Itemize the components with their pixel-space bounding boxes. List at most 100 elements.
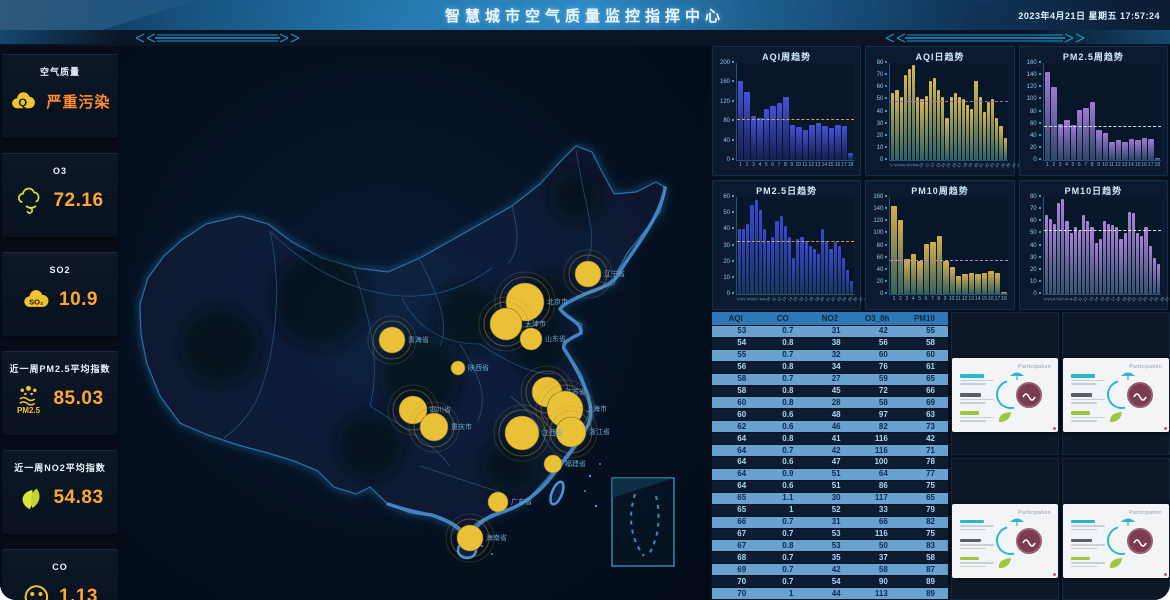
preview-card[interactable]: Participation xyxy=(1063,358,1169,432)
y-tick-label: 200 xyxy=(720,60,734,66)
preview-item-1 xyxy=(960,374,994,385)
table-cell: 31 xyxy=(806,517,853,528)
bar xyxy=(764,109,769,160)
chart-card-4: PM2.5日趋势01020304050601234567891011121314… xyxy=(712,180,861,310)
table-cell: 55 xyxy=(901,326,948,337)
table-cell: 48 xyxy=(806,409,853,420)
bar xyxy=(1157,264,1160,294)
dashboard: 智慧城市空气质量监控指挥中心 2023年4月21日 星期五 17:57:24 xyxy=(0,0,1170,600)
bar xyxy=(1045,215,1048,294)
bar xyxy=(790,125,795,160)
preview-item-2 xyxy=(960,539,994,550)
bar xyxy=(757,118,762,160)
stat-value: 85.03 xyxy=(53,388,103,410)
co-icon xyxy=(22,582,52,600)
table-cell: 79 xyxy=(901,505,948,516)
y-tick-label: 20 xyxy=(1030,267,1041,273)
preview-card[interactable]: Participation xyxy=(952,504,1058,578)
y-tick-label: 140 xyxy=(1027,72,1041,78)
bar xyxy=(908,69,911,160)
gauge-donut xyxy=(1127,528,1153,554)
header-decor-left xyxy=(0,0,340,30)
bar xyxy=(895,90,898,160)
preview-item-2 xyxy=(1071,539,1105,550)
chart-card-5: PM10周趋势020406080100120140160123456789101… xyxy=(865,180,1014,310)
table-row: 670.8535083 xyxy=(712,540,948,552)
pm25-icon: PM2.5 xyxy=(16,384,46,414)
chart-title: PM2.5日趋势 xyxy=(713,184,860,197)
bar xyxy=(738,81,743,160)
header-substrip xyxy=(0,30,1170,46)
x-axis-labels: 123456789101112131415161718 xyxy=(1044,160,1161,172)
table-cell: 71 xyxy=(901,445,948,456)
bar xyxy=(1115,227,1118,294)
bar xyxy=(1144,227,1147,294)
svg-text:重庆市: 重庆市 xyxy=(451,422,472,431)
y-tick-label: 60 xyxy=(1030,121,1041,127)
bar xyxy=(891,93,894,160)
bar xyxy=(925,96,928,160)
bar xyxy=(738,229,741,294)
table-cell: 58 xyxy=(854,564,901,575)
table-cell: 0.7 xyxy=(759,445,806,456)
svg-text:北京市: 北京市 xyxy=(547,297,568,306)
x-axis-labels: 1234567891011121314151617181920212223242… xyxy=(1044,294,1161,306)
table-row: 600.6489763 xyxy=(712,409,948,421)
bar xyxy=(1116,140,1121,160)
bar xyxy=(796,127,801,160)
preview-cell-1: Participation xyxy=(951,312,1059,455)
china-map-svg: 青海省陕西省辽宁省北京市天津市山东省江苏省上海市浙江省四川省重庆市江西省福建省广… xyxy=(120,46,710,600)
table-cell: 0.7 xyxy=(759,517,806,528)
svg-text:青海省: 青海省 xyxy=(408,335,429,344)
table-cell: 64 xyxy=(712,469,759,480)
bar xyxy=(1057,203,1060,294)
bar xyxy=(962,99,965,160)
bar xyxy=(783,97,788,160)
cloud-q-icon: Q xyxy=(9,87,39,117)
so2-cloud-icon: SO₂ xyxy=(22,285,52,315)
table-cell: 75 xyxy=(901,529,948,540)
table-cell: 0.7 xyxy=(759,529,806,540)
bar xyxy=(1095,243,1098,294)
x-axis-labels: 1234567891011121314151617181920212223242… xyxy=(890,160,1007,172)
bar xyxy=(1070,233,1073,294)
preview-card[interactable]: Participation xyxy=(952,358,1058,432)
chart-plot: 0204060801001201401601234567891011121314… xyxy=(889,197,1007,295)
table-cell: 60 xyxy=(854,350,901,361)
bar xyxy=(838,246,841,295)
y-tick-label: 160 xyxy=(1027,60,1041,66)
stat-card-6: CO1.13 xyxy=(2,549,118,600)
bar xyxy=(822,126,827,160)
bar xyxy=(1083,108,1088,160)
bar xyxy=(1077,110,1082,160)
bar xyxy=(937,90,940,160)
bar xyxy=(1107,224,1110,294)
table-cell: 1 xyxy=(759,505,806,516)
gauge-donut xyxy=(1016,382,1042,408)
bar xyxy=(750,205,753,294)
stat-label: O3 xyxy=(53,167,67,177)
table-cell: 51 xyxy=(806,481,853,492)
table-row: 560.8347661 xyxy=(712,362,948,374)
table-cell: 0.8 xyxy=(759,362,806,373)
y-tick-label: 40 xyxy=(1030,243,1041,249)
y-tick-label: 20 xyxy=(723,259,734,265)
bar xyxy=(941,97,944,160)
header: 智慧城市空气质量监控指挥中心 2023年4月21日 星期五 17:57:24 xyxy=(0,0,1170,30)
preview-card[interactable]: Participation xyxy=(1063,504,1169,578)
bar xyxy=(1061,199,1064,294)
bar xyxy=(1132,213,1135,294)
table-cell: 28 xyxy=(806,397,853,408)
bar xyxy=(945,118,948,160)
bar xyxy=(950,97,953,160)
table-cell: 64 xyxy=(712,445,759,456)
bar xyxy=(1045,72,1050,161)
bar xyxy=(834,242,837,294)
bar xyxy=(924,244,929,294)
svg-text:天津市: 天津市 xyxy=(525,319,546,328)
table-cell: 37 xyxy=(854,552,901,563)
bar xyxy=(1111,225,1114,294)
table-cell: 77 xyxy=(901,469,948,480)
y-tick-label: 40 xyxy=(877,267,888,273)
umbrella-icon xyxy=(1009,369,1025,380)
